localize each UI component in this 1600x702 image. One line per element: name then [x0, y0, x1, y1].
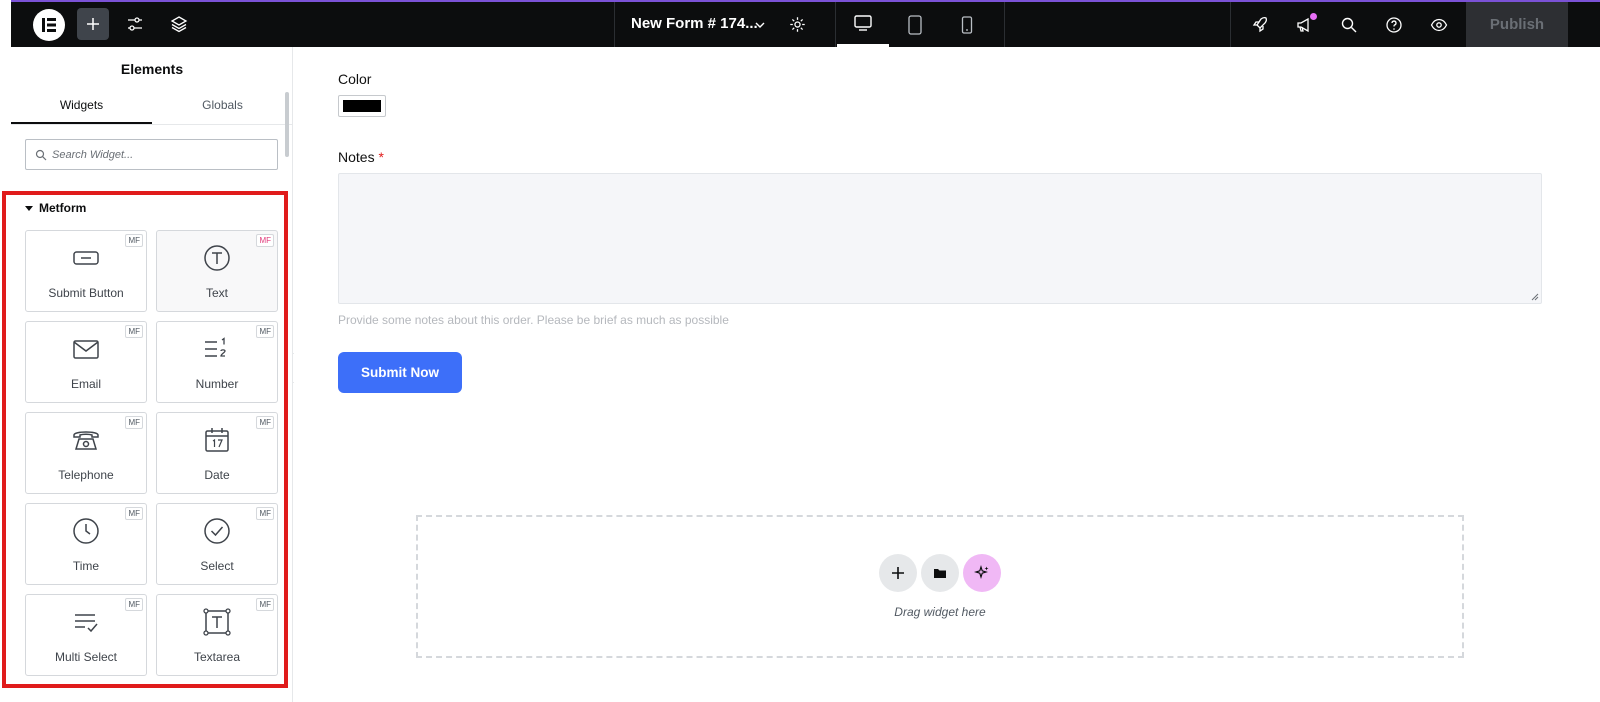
structure-button[interactable]	[163, 8, 195, 40]
help-icon[interactable]	[1385, 16, 1403, 34]
desktop-icon	[854, 15, 872, 31]
rocket-icon[interactable]	[1251, 16, 1269, 34]
panel-scrollbar[interactable]	[285, 92, 289, 157]
required-asterisk: *	[378, 149, 384, 165]
color-swatch	[343, 100, 381, 112]
tab-globals[interactable]: Globals	[152, 90, 293, 124]
sliders-icon	[128, 17, 142, 31]
top-bar: New Form # 174... Publish	[11, 0, 1600, 47]
notes-textarea[interactable]	[338, 173, 1542, 304]
widget-search-input[interactable]	[52, 146, 267, 164]
notification-dot	[1310, 13, 1317, 20]
chevron-down-icon	[755, 22, 765, 28]
desktop-view-button[interactable]	[837, 2, 889, 47]
gear-icon[interactable]	[789, 16, 806, 33]
layers-icon	[170, 16, 188, 33]
plus-icon	[892, 567, 904, 579]
publish-button[interactable]: Publish	[1466, 2, 1568, 47]
site-settings-button[interactable]	[119, 8, 151, 40]
widget-drop-zone[interactable]: Drag widget here	[416, 515, 1464, 658]
elementor-logo-button[interactable]	[33, 9, 65, 41]
mobile-icon	[961, 15, 973, 34]
ai-generate-button[interactable]	[963, 554, 1001, 592]
widget-search-box	[25, 139, 278, 170]
eye-icon[interactable]	[1430, 16, 1448, 34]
notes-label-text: Notes	[338, 149, 375, 165]
folder-icon	[934, 569, 946, 578]
top-bar-right-tools	[1230, 2, 1466, 47]
sparkle-icon	[974, 565, 989, 579]
panel-tabs: Widgets Globals	[11, 90, 293, 125]
elements-panel: Elements Widgets Globals Metform MF	[2, 47, 293, 702]
metform-highlight-box	[2, 191, 288, 688]
tab-widgets[interactable]: Widgets	[11, 90, 152, 124]
add-template-button[interactable]	[921, 554, 959, 592]
tablet-view-button[interactable]	[889, 2, 941, 47]
panel-title: Elements	[120, 61, 184, 77]
add-section-button[interactable]	[879, 554, 917, 592]
submit-now-button[interactable]: Submit Now	[338, 352, 462, 393]
editor-canvas: Color Notes * Provide some notes about t…	[294, 47, 1600, 702]
mobile-view-button[interactable]	[941, 2, 993, 47]
document-title-dropdown[interactable]: New Form # 174...	[614, 2, 836, 47]
responsive-mode-switcher	[837, 2, 1005, 47]
add-element-button[interactable]	[77, 8, 109, 40]
notes-field-label: Notes *	[338, 149, 384, 165]
search-icon	[35, 149, 47, 161]
resize-handle-icon[interactable]	[1531, 293, 1539, 301]
search-icon[interactable]	[1340, 16, 1358, 34]
drop-zone-text: Drag widget here	[894, 605, 986, 619]
elementor-logo-icon	[42, 18, 56, 32]
tablet-icon	[908, 14, 922, 35]
plus-icon	[87, 18, 99, 30]
color-picker-input[interactable]	[338, 95, 386, 117]
color-field-label: Color	[338, 71, 372, 87]
document-title: New Form # 174...	[631, 15, 758, 32]
notes-help-text: Provide some notes about this order. Ple…	[338, 313, 729, 327]
